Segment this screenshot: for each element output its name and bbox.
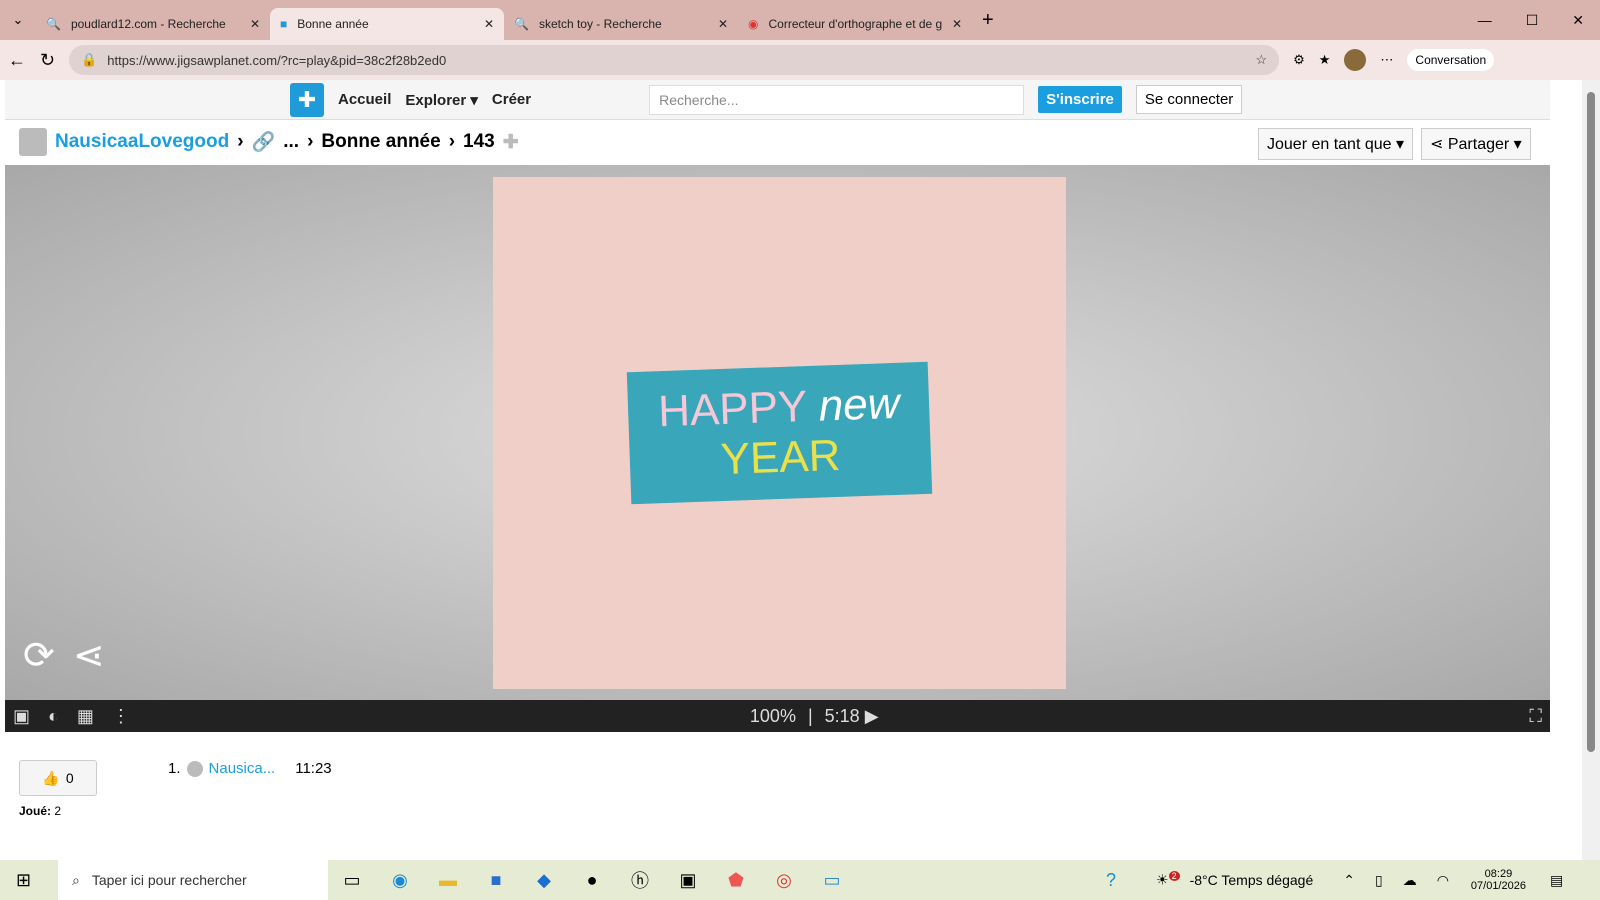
puzzle-controls: ▣ ◐ ▦ ⋮ 100% | 5:18 ▶ ⛶	[5, 700, 1550, 732]
timer: 5:18	[824, 705, 860, 726]
play-icon[interactable]: ▶	[860, 706, 879, 727]
app-icon[interactable]: ◎	[760, 870, 808, 891]
favorite-icon[interactable]: ☆	[1255, 52, 1267, 68]
address-bar-row: ← ↻ 🔒 https://www.jigsawplanet.com/?rc=pl…	[0, 40, 1600, 80]
signup-button[interactable]: S'inscrire	[1038, 86, 1122, 113]
security-icon[interactable]: ⬟	[712, 870, 760, 891]
puzzle-image[interactable]: HAPPY new YEAR	[493, 177, 1066, 689]
battery-icon[interactable]: ▯	[1375, 872, 1383, 889]
website: ✚ Accueil Explorer ▾ Créer Recherche... …	[5, 80, 1550, 860]
puzzle-play-area[interactable]: HAPPY new YEAR ⟳ ⋖	[5, 165, 1550, 700]
close-window-button[interactable]: ✕	[1572, 12, 1584, 29]
remote-icon[interactable]: ▭	[808, 870, 856, 891]
nav-create[interactable]: Créer	[492, 91, 531, 108]
chevron-right-icon: ›	[237, 131, 244, 152]
jigsawplanet-logo[interactable]: ✚	[290, 82, 324, 117]
windows-start-icon[interactable]: ⊞	[16, 870, 31, 891]
minimize-button[interactable]: —	[1478, 12, 1492, 29]
store-icon[interactable]: ■	[472, 870, 520, 891]
spellcheck-icon: ◉	[748, 17, 759, 31]
back-icon[interactable]: ←	[8, 50, 26, 71]
tab-active[interactable]: ■ Bonne année ✕	[270, 8, 504, 40]
onedrive-icon[interactable]: ☁	[1403, 872, 1417, 889]
menu-icon[interactable]: ⋮	[112, 706, 130, 727]
edge-icon[interactable]: ◉	[376, 870, 424, 891]
nav-home[interactable]: Accueil	[338, 91, 391, 108]
breadcrumb-title: Bonne année	[321, 131, 441, 152]
puzzle-piece-icon: ✚	[502, 131, 519, 153]
url-bar[interactable]: 🔒 https://www.jigsawplanet.com/?rc=play&p…	[69, 45, 1280, 75]
share-icon[interactable]: ⋖	[73, 633, 105, 678]
more-icon[interactable]: ⋯	[1380, 52, 1393, 68]
app-icon[interactable]: ▣	[664, 870, 712, 891]
grid-icon[interactable]: ▦	[77, 706, 94, 727]
wifi-icon[interactable]: ◠	[1437, 872, 1449, 889]
breadcrumb-ellipsis[interactable]: ...	[283, 131, 299, 153]
leader-name[interactable]: Nausica...	[209, 760, 276, 777]
tab[interactable]: 🔍 poudlard12.com - Recherche ✕	[36, 8, 270, 40]
like-button[interactable]: 👍 0	[19, 760, 97, 796]
site-nav: ✚ Accueil Explorer ▾ Créer Recherche... …	[5, 80, 1550, 120]
help-icon[interactable]: ?	[1106, 870, 1116, 891]
played-label: Joué:	[19, 804, 52, 818]
hp-icon[interactable]: ⓗ	[616, 867, 664, 893]
tab-bar: ⌄ 🔍 poudlard12.com - Recherche ✕ ■ Bonne an…	[0, 0, 1600, 40]
thumbs-up-icon: 👍	[42, 769, 60, 786]
search-input[interactable]: Recherche...	[649, 84, 1025, 115]
outlook-icon[interactable]: ◆	[520, 870, 568, 891]
tab[interactable]: ◉ Correcteur d'orthographe et de gr ✕	[738, 8, 972, 40]
nav-explore[interactable]: Explorer ▾	[405, 91, 478, 109]
maximize-button[interactable]: ☐	[1526, 12, 1539, 29]
scrollbar[interactable]	[1582, 80, 1600, 860]
notifications-icon[interactable]: ▤	[1550, 872, 1563, 889]
close-icon[interactable]: ✕	[952, 17, 962, 31]
taskbar: ⊞ ⌕ Taper ici pour rechercher ▭ ◉ ▬ ■ ◆ ●…	[0, 860, 1600, 900]
search-icon: 🔍	[46, 17, 61, 31]
weather-icon[interactable]: ☀ 2	[1156, 871, 1180, 889]
reload-icon[interactable]: ↻	[40, 50, 55, 71]
shuffle-icon[interactable]: ⟳	[23, 633, 55, 678]
chevron-right-icon: ›	[448, 131, 456, 152]
taskbar-search[interactable]: ⌕ Taper ici pour rechercher	[58, 860, 328, 900]
lock-icon: 🔒	[81, 52, 98, 67]
preview-image-icon[interactable]: ▣	[13, 706, 30, 727]
happy-new-year-banner: HAPPY new YEAR	[626, 361, 933, 505]
app-icon[interactable]: ●	[568, 870, 616, 891]
extensions-icon[interactable]: ⚙	[1293, 52, 1305, 68]
breadcrumb-user[interactable]: NausicaaLovegood	[55, 131, 229, 153]
ghost-icon[interactable]: ◐	[48, 706, 59, 727]
tab-list-button[interactable]: ⌄	[0, 12, 36, 28]
leaderboard-row: 1. Nausica... 11:23	[168, 760, 332, 777]
clock[interactable]: 08:29 07/01/2026	[1471, 868, 1526, 892]
piece-count: 143	[463, 131, 495, 152]
puzzle-icon: ■	[280, 17, 288, 31]
share-dropdown[interactable]: ⋖ Partager ▾	[1421, 128, 1531, 160]
favorites-icon[interactable]: ★	[1319, 52, 1331, 68]
search-icon: ⌕	[72, 871, 80, 888]
fullscreen-icon[interactable]: ⛶	[1529, 706, 1542, 727]
task-view-icon[interactable]: ▭	[328, 870, 376, 891]
play-as-dropdown[interactable]: Jouer en tant que ▾	[1258, 128, 1414, 160]
file-explorer-icon[interactable]: ▬	[424, 870, 472, 891]
close-icon[interactable]: ✕	[718, 17, 728, 31]
new-tab-button[interactable]: +	[982, 9, 994, 32]
tab[interactable]: 🔍 sketch toy - Recherche ✕	[504, 8, 738, 40]
weather-text[interactable]: -8°C Temps dégagé	[1190, 872, 1314, 888]
chevron-up-icon[interactable]: ⌃	[1343, 872, 1355, 889]
share-icon: ⋖	[1430, 136, 1444, 153]
played-count: 2	[54, 804, 62, 818]
copilot-button[interactable]: Conversation	[1407, 49, 1495, 71]
chevron-right-icon: ›	[307, 131, 314, 152]
profile-avatar[interactable]	[1344, 49, 1367, 71]
close-icon[interactable]: ✕	[250, 17, 260, 31]
login-button[interactable]: Se connecter	[1135, 85, 1243, 114]
search-icon: 🔍	[514, 17, 529, 31]
zoom-level: 100%	[749, 705, 796, 726]
close-icon[interactable]: ✕	[484, 17, 494, 31]
link-icon: 🔗	[251, 132, 276, 153]
avatar	[186, 760, 203, 777]
user-avatar	[19, 128, 47, 156]
